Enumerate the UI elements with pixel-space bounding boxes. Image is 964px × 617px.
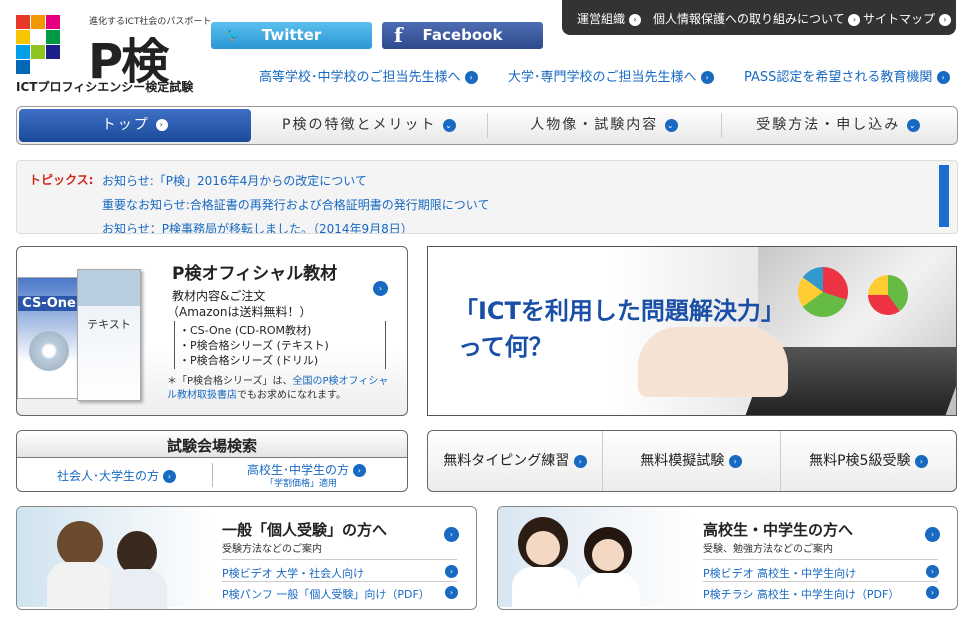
topic-item[interactable]: お知らせ：P検事務局が移転しました。（2014年9月8日） [102,220,413,233]
official-list: ・CS-One (CD-ROM教材) ・P検合格シリーズ (テキスト) ・P検合… [179,324,329,367]
arrow-icon: › [573,454,587,468]
venue-adults-link[interactable]: 社会人･大学生の方 › [57,467,176,484]
arrow-icon[interactable]: › [926,586,939,599]
chevron-right-icon: › [156,119,169,131]
arrow-icon: › [848,13,861,26]
arrow-icon[interactable]: › [445,565,458,578]
topics-label: トピックス: [29,173,94,187]
arrow-icon: › [162,470,176,483]
link-organization[interactable]: 運営組織 › [577,10,641,27]
chevron-down-icon: ⌄ [906,118,920,132]
ict-banner[interactable]: 「ICTを利用した問題解決力」 って何？ [427,246,957,416]
hand-image [638,327,788,397]
link-university-teachers[interactable]: 大学･専門学校のご担当先生様へ › [508,66,714,85]
individual-video-link[interactable]: P検ビデオ 大学・社会人向け [222,565,364,581]
students-title: 高校生・中学生の方へ [703,521,854,539]
topic-item[interactable]: お知らせ:「P検」2016年4月からの改定について [102,172,367,189]
individual-title: 一般「個人受験」の方へ [222,521,388,539]
official-materials-box[interactable]: CS-One テキスト P検オフィシャル教材 › 教材内容&ご注文 （Amazo… [16,246,408,416]
chevron-down-icon: ⌄ [442,118,456,132]
link-sitemap[interactable]: サイトマップ › [863,10,951,27]
individual-box: 一般「個人受験」の方へ › 受験方法などのご案内 P検ビデオ 大学・社会人向け … [16,506,477,610]
official-sub2: （Amazonは送料無料！） [167,305,312,319]
logo-subtitle: ICTプロフィシエンシー検定試験 [16,80,194,94]
utility-bar: 運営組織 › 個人情報保護への取り組みについて › サイトマップ › [562,0,956,35]
facebook-button[interactable]: f Facebook [382,22,543,49]
book-cover-image: CS-One [17,277,81,399]
arrow-icon[interactable]: › [444,527,459,542]
tab-features[interactable]: P検の特徴とメリット ⌄ [253,107,485,144]
link-pass-institutions[interactable]: PASS認定を希望される教育機関 › [744,66,950,85]
adults-photo [17,507,217,609]
topics-scrollbar[interactable] [939,165,949,227]
laptop-image [745,247,956,415]
students-sub: 受験、勉強方法などのご案内 [703,544,833,555]
ict-line2: って何？ [458,333,553,361]
book-text-image: テキスト [77,269,141,401]
arrow-icon: › [938,13,951,26]
arrow-icon[interactable]: › [373,281,388,296]
students-photo [498,507,698,609]
arrow-icon[interactable]: › [925,527,940,542]
official-note: ＊「P検合格シリーズ」は、全国のP検オフィシャル教材取扱書店でもお求めになれます… [167,376,389,401]
topic-item[interactable]: 重要なお知らせ:合格証書の再発行および合格証明書の発行期限について [102,196,489,213]
main-nav: トップ › P検の特徴とメリット ⌄ 人物像・試験内容 ⌄ 受験方法・申し込み … [16,106,958,145]
students-box: 高校生・中学生の方へ › 受験、勉強方法などのご案内 P検ビデオ 高校生・中学生… [497,506,958,610]
venue-discount-note: 「学割価格」適用 [265,479,338,489]
official-sub1: 教材内容&ご注文 [172,289,266,303]
arrow-icon: › [352,464,366,477]
individual-pamphlet-link[interactable]: P検パンフ 一般「個人受験」向け（PDF） [222,586,430,602]
tab-apply[interactable]: 受験方法・申し込み ⌄ [722,107,954,144]
official-title: P検オフィシャル教材 [172,264,338,284]
arrow-icon[interactable]: › [926,565,939,578]
individual-sub: 受験方法などのご案内 [222,544,322,555]
arrow-icon: › [728,454,742,468]
facebook-icon: f [394,23,403,47]
chevron-down-icon: ⌄ [664,118,678,132]
arrow-icon[interactable]: › [445,586,458,599]
students-video-link[interactable]: P検ビデオ 高校生・中学生向け [703,565,856,581]
free-level5-button[interactable]: 無料P検5級受験 › [781,431,956,491]
twitter-icon: 🐦 [225,27,243,43]
link-highschool-teachers[interactable]: 高等学校･中学校のご担当先生様へ › [259,66,478,85]
tab-content[interactable]: 人物像・試験内容 ⌄ [488,107,720,144]
tab-top[interactable]: トップ › [19,109,251,142]
link-privacy[interactable]: 個人情報保護への取り組みについて › [653,10,861,27]
free-mock-exam-button[interactable]: 無料模擬試験 › [603,431,779,491]
free-services-box: 無料タイピング練習 › 無料模擬試験 › 無料P検5級受験 › [427,430,957,492]
arrow-icon: › [700,71,714,84]
arrow-icon: › [464,71,478,84]
logo-mark[interactable] [16,15,61,75]
twitter-button[interactable]: 🐦 Twitter [211,22,372,49]
arrow-icon: › [914,454,928,468]
venue-search-box: 試験会場検索 社会人･大学生の方 › 高校生･中学生の方 › 「学割価格」適用 [16,430,408,492]
venue-title: 試験会場検索 [166,437,257,455]
arrow-icon: › [628,13,641,26]
ict-line1: 「ICTを利用した問題解決力」 [454,297,785,325]
topics-panel: トピックス: お知らせ:「P検」2016年4月からの改定について 重要なお知らせ… [16,160,958,234]
arrow-icon: › [936,71,950,84]
free-typing-button[interactable]: 無料タイピング練習 › [428,431,602,491]
students-flyer-link[interactable]: P検チラシ 高校生・中学生向け（PDF） [703,586,899,602]
